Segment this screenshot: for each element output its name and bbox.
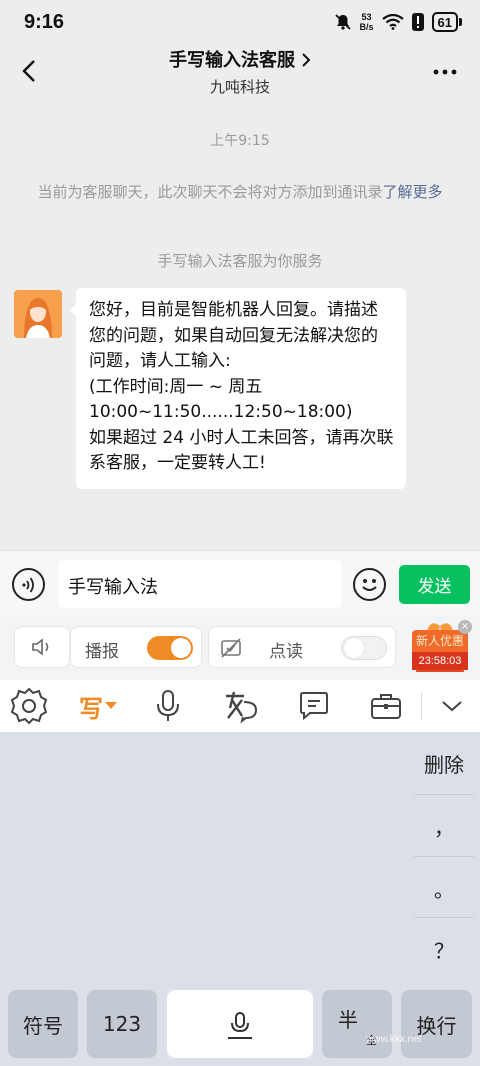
period-key[interactable]: 。 bbox=[414, 857, 474, 919]
send-button[interactable]: 发送 bbox=[399, 565, 470, 604]
system-notice: 当前为客服聊天，此次聊天不会将对方添加到通讯录了解更多 bbox=[32, 182, 448, 203]
service-notice: 手写输入法客服为你服务 bbox=[157, 252, 323, 270]
chevron-right-icon bbox=[302, 53, 311, 67]
half-full-width-key[interactable]: 半 全 bbox=[322, 990, 392, 1058]
comma-key[interactable]: ， bbox=[414, 795, 474, 857]
no-read-icon bbox=[221, 638, 241, 658]
handwrite-mode-button[interactable]: 写 bbox=[72, 686, 124, 726]
voice-icon bbox=[21, 576, 34, 593]
battery-tip bbox=[459, 18, 462, 26]
keyboard-toolbar: 写 bbox=[0, 680, 480, 732]
promo-title: 新人优惠 bbox=[412, 630, 468, 652]
toggle-knob bbox=[171, 638, 191, 658]
keyboard-bottom-row: 符号 123 半 全 换行 bbox=[0, 988, 480, 1066]
mute-icon bbox=[334, 14, 351, 30]
system-notice-text: 当前为客服聊天，此次聊天不会将对方添加到通讯录 bbox=[37, 183, 383, 201]
read-label: 点读 bbox=[269, 642, 303, 662]
handwriting-area[interactable] bbox=[0, 732, 414, 988]
half-width-label: 半 bbox=[338, 1008, 358, 1032]
chat-title-text: 手写输入法客服 bbox=[169, 50, 295, 71]
more-icon bbox=[433, 69, 457, 75]
voice-input-button[interactable] bbox=[12, 568, 45, 601]
briefcase-icon bbox=[371, 694, 401, 719]
handwrite-label: 写 bbox=[79, 694, 103, 723]
question-key[interactable]: ？ bbox=[414, 918, 474, 980]
more-button[interactable] bbox=[430, 60, 460, 84]
promo-banner[interactable]: 新人优惠 23:58:03 × bbox=[410, 618, 472, 678]
promo-countdown: 23:58:03 bbox=[412, 652, 468, 670]
friend-chat-icon bbox=[226, 691, 258, 724]
status-bar: 9:16 53 B/s 61 bbox=[0, 0, 480, 44]
chat-area[interactable]: 上午9:15 当前为客服聊天，此次聊天不会将对方添加到通讯录了解更多 手写输入法… bbox=[0, 110, 480, 550]
caret-down-icon bbox=[105, 702, 117, 709]
chat-bubble-icon bbox=[300, 692, 328, 721]
toggle-knob bbox=[344, 638, 364, 658]
speaker-button[interactable] bbox=[14, 626, 70, 668]
net-speed: 53 B/s bbox=[360, 12, 374, 32]
input-bar: 手写输入法 发送 bbox=[0, 550, 480, 616]
broadcast-toggle[interactable] bbox=[147, 636, 193, 660]
toolbox-button[interactable] bbox=[366, 686, 406, 726]
net-speed-value: 53 bbox=[361, 12, 372, 22]
broadcast-toggle-pill[interactable]: 播报 bbox=[70, 626, 202, 668]
net-speed-unit: B/s bbox=[359, 22, 374, 32]
promo-close-button[interactable]: × bbox=[458, 620, 472, 634]
chat-subtitle: 九吨科技 bbox=[209, 78, 270, 96]
battery-icon: 61 bbox=[431, 12, 462, 32]
notification-badge-icon bbox=[411, 13, 424, 31]
read-toggle[interactable] bbox=[341, 636, 387, 660]
friend-chat-button[interactable] bbox=[220, 686, 260, 726]
watermark: www.kkx.net bbox=[366, 1034, 422, 1045]
keyboard-top-bar: 播报 点读 新人优惠 23:58:03 × bbox=[0, 616, 480, 680]
hide-keyboard-button[interactable] bbox=[432, 686, 472, 726]
emoji-icon bbox=[362, 579, 377, 591]
enter-key[interactable]: 换行 bbox=[401, 990, 472, 1058]
symbol-key[interactable]: 符号 bbox=[8, 990, 78, 1058]
status-time: 9:16 bbox=[24, 10, 65, 33]
message-input[interactable]: 手写输入法 bbox=[58, 560, 342, 608]
microphone-icon bbox=[157, 690, 179, 721]
side-key-column: 删除 ， 。 ？ bbox=[414, 732, 480, 988]
chat-title[interactable]: 手写输入法客服 bbox=[0, 46, 480, 72]
speaker-icon bbox=[32, 638, 49, 656]
toolbar-divider bbox=[421, 692, 422, 720]
settings-button[interactable] bbox=[6, 686, 52, 726]
broadcast-label: 播报 bbox=[85, 642, 119, 662]
space-key[interactable] bbox=[167, 990, 313, 1058]
emoji-button[interactable] bbox=[353, 568, 386, 601]
voice-keyboard-button[interactable] bbox=[150, 686, 186, 726]
delete-key[interactable]: 删除 bbox=[414, 732, 474, 794]
wifi-icon bbox=[381, 14, 404, 30]
avatar[interactable] bbox=[14, 290, 62, 338]
message-timestamp: 上午9:15 bbox=[210, 133, 270, 149]
chevron-down-icon bbox=[442, 701, 462, 712]
message-bubble[interactable]: 您好，目前是智能机器人回复。请描述您的问题，如果自动回复无法解决您的问题，请人工… bbox=[70, 288, 406, 489]
number-key[interactable]: 123 bbox=[87, 990, 157, 1058]
phrases-button[interactable] bbox=[294, 686, 334, 726]
battery-level: 61 bbox=[431, 12, 458, 32]
read-toggle-pill[interactable]: 点读 bbox=[208, 626, 396, 668]
status-icons: 53 B/s 61 bbox=[334, 12, 462, 32]
learn-more-link[interactable]: 了解更多 bbox=[383, 183, 443, 201]
gear-icon bbox=[10, 687, 48, 725]
agent-avatar-icon bbox=[14, 290, 62, 338]
nav-bar: 手写输入法客服 九吨科技 bbox=[0, 44, 480, 100]
microphone-icon bbox=[228, 1012, 252, 1039]
